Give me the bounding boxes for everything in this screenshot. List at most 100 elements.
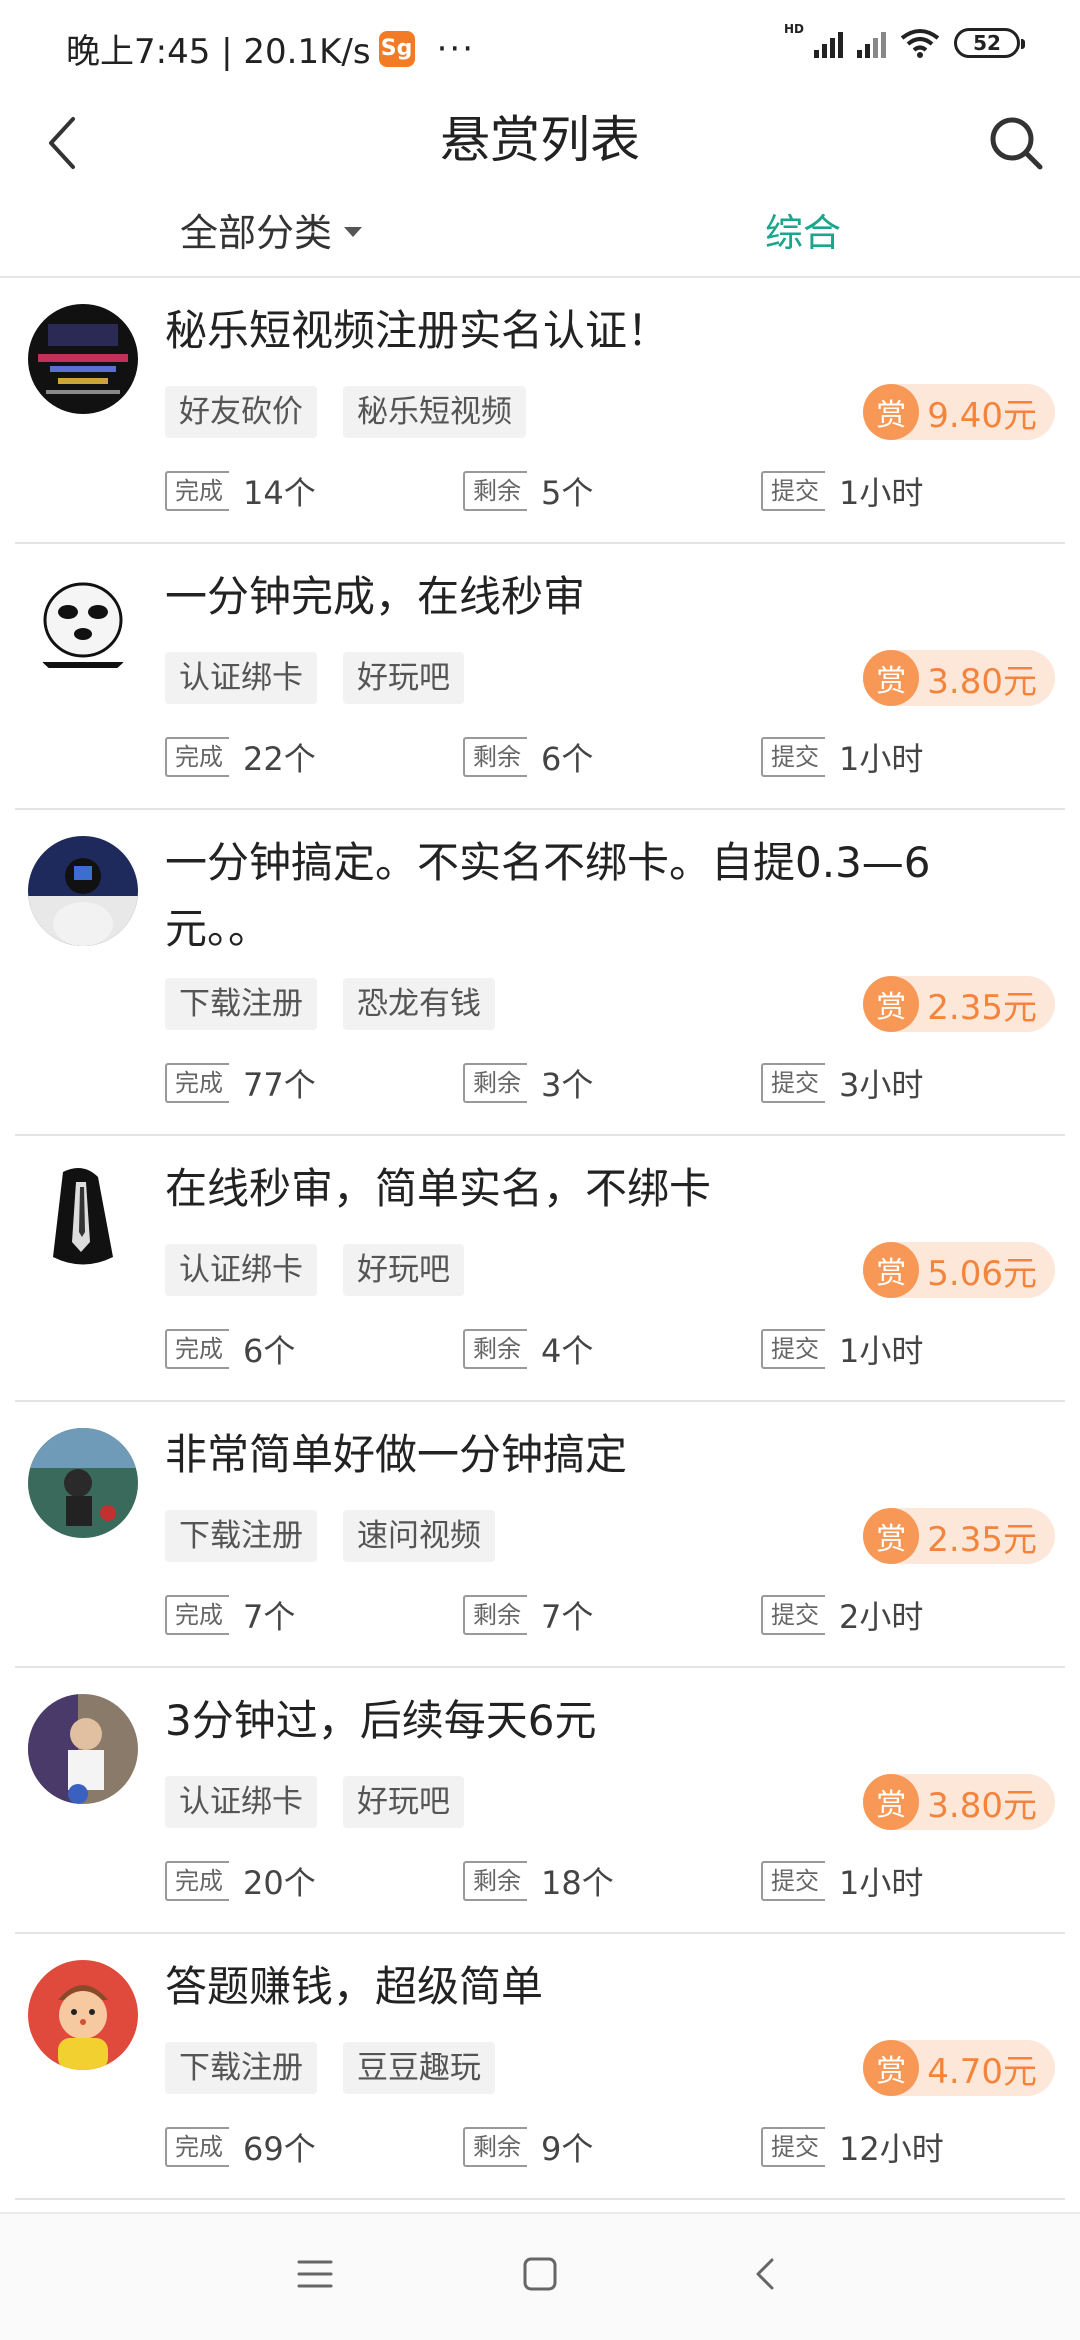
avatar bbox=[28, 1694, 138, 1804]
stat-remain-value: 4个 bbox=[541, 1332, 594, 1370]
stat-done-label: 完成 bbox=[165, 1329, 229, 1369]
reward-badge: 赏 4.70元 bbox=[863, 2040, 1055, 2096]
reward-icon: 赏 bbox=[863, 2040, 920, 2096]
stat-submit-value: 2小时 bbox=[839, 1598, 924, 1636]
task-stats: 完成 22个 剩余 6个 提交 1小时 bbox=[165, 734, 1065, 778]
reward-icon: 赏 bbox=[863, 976, 920, 1032]
task-item[interactable]: 秘乐短视频注册实名认证！ 好友砍价 秘乐短视频 赏 9.40元 完成 14个 剩… bbox=[15, 278, 1065, 544]
reward-badge: 赏 9.40元 bbox=[863, 384, 1055, 440]
stat-remain: 剩余 6个 bbox=[463, 734, 593, 780]
search-icon bbox=[990, 117, 1043, 170]
stat-submit-label: 提交 bbox=[761, 1861, 825, 1901]
task-app-tag: 好玩吧 bbox=[343, 652, 464, 704]
task-app-tag: 恐龙有钱 bbox=[343, 978, 495, 1030]
stat-remain-value: 18个 bbox=[541, 1864, 614, 1902]
task-title: 秘乐短视频注册实名认证！ bbox=[165, 306, 670, 355]
stat-remain-value: 9个 bbox=[541, 2130, 594, 2168]
system-back-button[interactable] bbox=[735, 2244, 795, 2304]
reward-badge: 赏 3.80元 bbox=[863, 650, 1055, 706]
task-type-tag: 下载注册 bbox=[165, 978, 317, 1030]
category-filter[interactable]: 全部分类 bbox=[180, 202, 363, 257]
task-app-tag: 豆豆趣玩 bbox=[343, 2042, 495, 2094]
stat-remain-value: 7个 bbox=[541, 1598, 594, 1636]
avatar bbox=[28, 1960, 138, 2070]
search-button[interactable] bbox=[976, 98, 1056, 188]
stat-done: 完成 77个 bbox=[165, 1060, 316, 1106]
task-stats: 完成 20个 剩余 18个 提交 1小时 bbox=[165, 1858, 1065, 1902]
stat-remain-label: 剩余 bbox=[463, 1595, 527, 1635]
task-stats: 完成 14个 剩余 5个 提交 1小时 bbox=[165, 468, 1065, 512]
stat-done-value: 7个 bbox=[243, 1598, 296, 1636]
stat-remain-label: 剩余 bbox=[463, 1329, 527, 1369]
stat-done-value: 69个 bbox=[243, 2130, 316, 2168]
reward-amount: 2.35元 bbox=[927, 1519, 1037, 1560]
stat-remain: 剩余 9个 bbox=[463, 2124, 593, 2170]
stat-done-value: 77个 bbox=[243, 1066, 316, 1104]
reward-amount: 3.80元 bbox=[927, 1785, 1037, 1826]
stat-submit-value: 1小时 bbox=[839, 1332, 924, 1370]
stat-submit-value: 3小时 bbox=[839, 1066, 924, 1104]
reward-badge: 赏 2.35元 bbox=[863, 1508, 1055, 1564]
avatar bbox=[28, 836, 138, 946]
reward-icon: 赏 bbox=[863, 1242, 920, 1298]
task-item[interactable]: 答题赚钱，超级简单 下载注册 豆豆趣玩 赏 4.70元 完成 69个 剩余 9个… bbox=[15, 1934, 1065, 2200]
stat-submit-label: 提交 bbox=[761, 737, 825, 777]
home-button[interactable] bbox=[510, 2244, 570, 2304]
task-type-tag: 下载注册 bbox=[165, 2042, 317, 2094]
stat-remain: 剩余 4个 bbox=[463, 1326, 593, 1372]
stat-remain: 剩余 18个 bbox=[463, 1858, 614, 1904]
stat-remain-label: 剩余 bbox=[463, 737, 527, 777]
task-type-tag: 认证绑卡 bbox=[165, 1244, 317, 1296]
status-left: 晚上7:45 | 20.1K/s Sg ··· bbox=[66, 24, 475, 73]
task-tags: 好友砍价 秘乐短视频 bbox=[165, 386, 526, 438]
stat-done: 完成 14个 bbox=[165, 468, 316, 514]
stat-submit-label: 提交 bbox=[761, 2127, 825, 2167]
stat-done-value: 20个 bbox=[243, 1864, 316, 1902]
task-list: 秘乐短视频注册实名认证！ 好友砍价 秘乐短视频 赏 9.40元 完成 14个 剩… bbox=[0, 278, 1080, 2200]
reward-icon: 赏 bbox=[863, 1774, 920, 1830]
task-item[interactable]: 一分钟完成，在线秒审 认证绑卡 好玩吧 赏 3.80元 完成 22个 剩余 6个… bbox=[15, 544, 1065, 810]
avatar bbox=[28, 1428, 138, 1538]
recent-apps-button[interactable] bbox=[285, 2244, 345, 2304]
stat-done: 完成 69个 bbox=[165, 2124, 316, 2170]
battery-icon: 52 bbox=[954, 28, 1025, 58]
stat-remain: 剩余 5个 bbox=[463, 468, 593, 514]
stat-submit-label: 提交 bbox=[761, 471, 825, 511]
reward-amount: 5.06元 bbox=[927, 1253, 1037, 1294]
task-type-tag: 认证绑卡 bbox=[165, 652, 317, 704]
status-bar: 晚上7:45 | 20.1K/s Sg ··· HD 52 bbox=[0, 0, 1080, 90]
stat-submit: 提交 2小时 bbox=[761, 1592, 923, 1638]
task-type-tag: 认证绑卡 bbox=[165, 1776, 317, 1828]
stat-remain-value: 3个 bbox=[541, 1066, 594, 1104]
stat-remain-label: 剩余 bbox=[463, 2127, 527, 2167]
stat-done-value: 6个 bbox=[243, 1332, 296, 1370]
task-tags: 下载注册 恐龙有钱 bbox=[165, 978, 495, 1030]
stat-done: 完成 20个 bbox=[165, 1858, 316, 1904]
task-item[interactable]: 非常简单好做一分钟搞定 下载注册 速问视频 赏 2.35元 完成 7个 剩余 7… bbox=[15, 1402, 1065, 1668]
task-item[interactable]: 在线秒审，简单实名，不绑卡 认证绑卡 好玩吧 赏 5.06元 完成 6个 剩余 … bbox=[15, 1136, 1065, 1402]
reward-amount: 2.35元 bbox=[927, 987, 1037, 1028]
reward-icon: 赏 bbox=[863, 384, 920, 440]
task-item[interactable]: 一分钟搞定。不实名不绑卡。自提0.3—6元。。 下载注册 恐龙有钱 赏 2.35… bbox=[15, 810, 1065, 1136]
task-app-tag: 速问视频 bbox=[343, 1510, 495, 1562]
stat-submit: 提交 1小时 bbox=[761, 1858, 923, 1904]
stat-remain-value: 5个 bbox=[541, 474, 594, 512]
stat-submit: 提交 3小时 bbox=[761, 1060, 923, 1106]
task-title: 一分钟搞定。不实名不绑卡。自提0.3—6元。。 bbox=[165, 838, 931, 953]
back-triangle-icon bbox=[756, 2258, 774, 2290]
battery-level: 52 bbox=[973, 31, 1001, 55]
stat-remain: 剩余 7个 bbox=[463, 1592, 593, 1638]
reward-badge: 赏 3.80元 bbox=[863, 1774, 1055, 1830]
task-title: 在线秒审，简单实名，不绑卡 bbox=[165, 1164, 712, 1213]
task-item[interactable]: 3分钟过，后续每天6元 认证绑卡 好玩吧 赏 3.80元 完成 20个 剩余 1… bbox=[15, 1668, 1065, 1934]
stat-submit: 提交 12小时 bbox=[761, 2124, 944, 2170]
menu-icon bbox=[297, 2260, 333, 2288]
stat-done-label: 完成 bbox=[165, 1595, 229, 1635]
sort-filter[interactable]: 综合 bbox=[765, 202, 841, 257]
stat-done-label: 完成 bbox=[165, 2127, 229, 2167]
home-square-icon bbox=[523, 2257, 557, 2291]
reward-badge: 赏 5.06元 bbox=[863, 1242, 1055, 1298]
stat-done: 完成 6个 bbox=[165, 1326, 295, 1372]
stat-done-label: 完成 bbox=[165, 1861, 229, 1901]
page-title: 悬赏列表 bbox=[440, 111, 640, 169]
